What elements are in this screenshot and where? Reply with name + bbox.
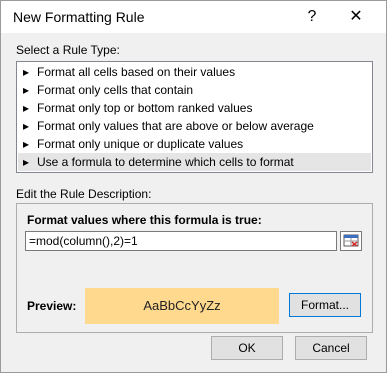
arrow-icon: ▸	[23, 155, 30, 169]
arrow-icon: ▸	[23, 65, 30, 79]
rule-item-label: Format only values that are above or bel…	[37, 119, 314, 133]
rule-item-use-formula[interactable]: ▸ Use a formula to determine which cells …	[18, 153, 371, 171]
rule-item-unique-duplicate[interactable]: ▸ Format only unique or duplicate values	[18, 135, 371, 153]
rule-item-cells-contain[interactable]: ▸ Format only cells that contain	[18, 81, 371, 99]
formula-label: Format values where this formula is true…	[27, 213, 262, 227]
preview-sample: AaBbCcYyZz	[85, 288, 279, 324]
rule-item-label: Format only cells that contain	[37, 83, 194, 97]
edit-description-panel: Format values where this formula is true…	[16, 203, 373, 333]
ok-button[interactable]: OK	[211, 336, 283, 360]
preview-label: Preview:	[27, 299, 77, 313]
rule-type-label: Select a Rule Type:	[16, 43, 120, 57]
range-selector-button[interactable]	[340, 231, 362, 251]
arrow-icon: ▸	[23, 119, 30, 133]
rule-item-all-cells[interactable]: ▸ Format all cells based on their values	[18, 63, 371, 81]
new-formatting-rule-dialog: New Formatting Rule ? ✕ Select a Rule Ty…	[0, 0, 387, 373]
format-button[interactable]: Format...	[289, 293, 361, 317]
arrow-icon: ▸	[23, 83, 30, 97]
arrow-icon: ▸	[23, 137, 30, 151]
rule-item-label: Format only top or bottom ranked values	[37, 101, 253, 115]
rule-item-label: Use a formula to determine which cells t…	[37, 155, 294, 169]
rule-item-above-below-average[interactable]: ▸ Format only values that are above or be…	[18, 117, 371, 135]
close-button[interactable]: ✕	[341, 5, 371, 29]
cancel-button[interactable]: Cancel	[295, 336, 367, 360]
rule-item-label: Format only unique or duplicate values	[37, 137, 244, 151]
formula-input[interactable]: =mod(column(),2)=1	[25, 231, 337, 251]
range-selector-icon	[343, 234, 359, 247]
edit-description-label: Edit the Rule Description:	[16, 187, 152, 201]
rule-item-label: Format all cells based on their values	[37, 65, 236, 79]
rule-type-list[interactable]: ▸ Format all cells based on their values …	[16, 61, 373, 173]
arrow-icon: ▸	[23, 101, 30, 115]
title-bar: New Formatting Rule ? ✕	[1, 1, 386, 33]
rule-item-top-bottom[interactable]: ▸ Format only top or bottom ranked values	[18, 99, 371, 117]
dialog-title: New Formatting Rule	[13, 9, 145, 25]
help-button[interactable]: ?	[297, 5, 327, 29]
